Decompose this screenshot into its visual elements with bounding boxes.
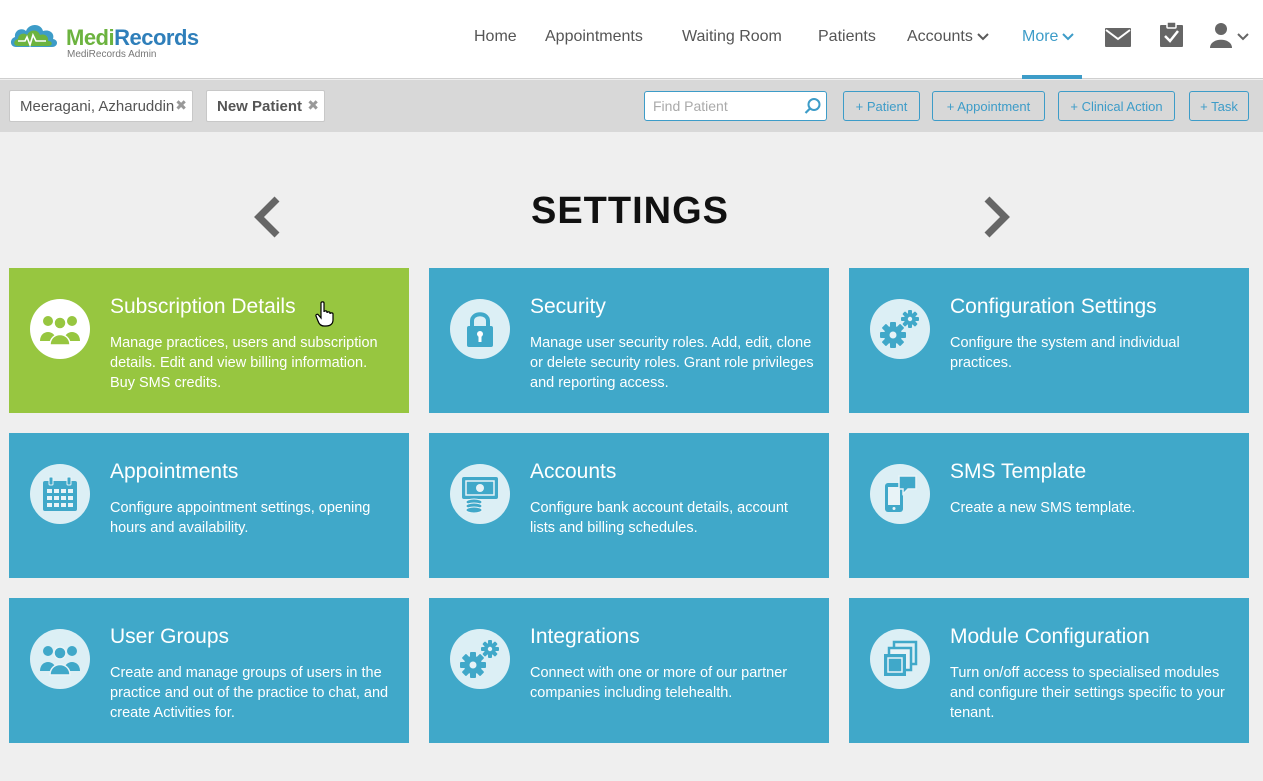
find-patient-search	[644, 91, 827, 121]
nav-accounts[interactable]: Accounts	[907, 28, 989, 46]
card-icon-circle	[450, 629, 510, 689]
card-description: Connect with one or more of our partner …	[530, 665, 788, 701]
search-icon[interactable]	[804, 97, 822, 115]
medirecords-logo[interactable]: MediRecords MediRecords Admin	[8, 20, 213, 64]
cloud-logo-icon	[10, 25, 58, 48]
card-appointments[interactable]: Appointments Configure appointment setti…	[9, 433, 409, 578]
chevron-down-icon	[977, 33, 989, 41]
gears-icon	[880, 310, 919, 348]
nav-more[interactable]: More	[1022, 28, 1075, 46]
card-description: Manage user security roles. Add, edit, c…	[530, 335, 814, 391]
card-configuration-settings[interactable]: Configuration Settings Configure the sys…	[849, 268, 1249, 413]
card-security[interactable]: Security Manage user security roles. Add…	[429, 268, 829, 413]
nav-active-indicator	[1022, 75, 1082, 79]
add-appointment-button[interactable]: + Appointment	[932, 91, 1045, 121]
patient-tab[interactable]: Meeragani, Azharuddin ✖	[9, 90, 193, 122]
user-icon[interactable]	[1210, 22, 1250, 48]
patient-tab-label: Meeragani, Azharuddin	[20, 97, 175, 115]
card-subscription-details[interactable]: Subscription Details Manage practices, u…	[9, 268, 409, 413]
card-icon-circle	[30, 299, 90, 359]
card-accounts[interactable]: Accounts Configure bank account details,…	[429, 433, 829, 578]
mail-icon[interactable]	[1105, 28, 1131, 47]
card-integrations[interactable]: Integrations Connect with one or more of…	[429, 598, 829, 743]
calendar-icon	[43, 476, 77, 511]
card-description: Configure appointment settings, opening …	[110, 500, 371, 536]
card-module-configuration[interactable]: Module Configuration Turn on/off access …	[849, 598, 1249, 743]
top-header: MediRecords MediRecords Admin Home Appoi…	[0, 0, 1263, 79]
card-sms-template[interactable]: SMS Template Create a new SMS template.	[849, 433, 1249, 578]
card-icon-circle	[30, 629, 90, 689]
money-icon	[462, 477, 498, 513]
previous-arrow-icon[interactable]	[253, 196, 281, 238]
gears-icon	[460, 640, 499, 678]
nav-accounts-label: Accounts	[907, 28, 973, 45]
hand-cursor-icon	[315, 301, 334, 327]
brand-name: MediRecords	[66, 25, 199, 50]
close-icon[interactable]: ✖	[175, 97, 187, 114]
page-title: SETTINGS	[530, 190, 730, 232]
card-title: Accounts	[530, 460, 617, 483]
clipboard-check-icon[interactable]	[1160, 22, 1183, 47]
card-title: Configuration Settings	[950, 295, 1157, 318]
brand-subtitle: MediRecords Admin	[67, 49, 157, 60]
card-title: Subscription Details	[110, 295, 296, 318]
card-description: Configure bank account details, account …	[530, 500, 788, 536]
card-icon-circle	[30, 464, 90, 524]
nav-more-label: More	[1022, 28, 1059, 45]
card-title: Module Configuration	[950, 625, 1150, 648]
card-description: Configure the system and individual prac…	[950, 335, 1180, 371]
users-icon	[40, 646, 80, 676]
mobile-sms-icon	[885, 475, 917, 512]
nav-waiting-room[interactable]: Waiting Room	[682, 28, 782, 46]
card-icon-circle	[870, 464, 930, 524]
nav-appointments[interactable]: Appointments	[545, 28, 643, 46]
nav-patients[interactable]: Patients	[818, 28, 876, 46]
add-task-button[interactable]: + Task	[1189, 91, 1249, 121]
card-description: Turn on/off access to specialised module…	[950, 665, 1225, 721]
new-patient-tab[interactable]: New Patient ✖	[206, 90, 325, 122]
card-title: Appointments	[110, 460, 239, 483]
lock-icon	[467, 312, 493, 347]
patient-tab-strip: Meeragani, Azharuddin ✖ New Patient ✖ + …	[0, 80, 1263, 132]
card-description: Manage practices, users and subscription…	[110, 335, 378, 391]
card-icon-circle	[870, 299, 930, 359]
add-clinical-action-button[interactable]: + Clinical Action	[1058, 91, 1175, 121]
card-title: Security	[530, 295, 606, 318]
card-title: Integrations	[530, 625, 640, 648]
find-patient-input[interactable]	[653, 98, 803, 114]
modules-icon	[884, 640, 918, 676]
add-patient-button[interactable]: + Patient	[843, 91, 920, 121]
card-title: User Groups	[110, 625, 230, 648]
users-icon	[40, 316, 80, 346]
card-user-groups[interactable]: User Groups Create and manage groups of …	[9, 598, 409, 743]
new-patient-tab-label: New Patient	[217, 97, 303, 115]
next-arrow-icon[interactable]	[983, 196, 1011, 238]
close-icon[interactable]: ✖	[307, 97, 319, 114]
card-description: Create a new SMS template.	[950, 500, 1136, 516]
chevron-down-icon	[1062, 33, 1075, 41]
card-icon-circle	[450, 464, 510, 524]
card-title: SMS Template	[950, 460, 1087, 483]
card-description: Create and manage groups of users in the…	[110, 665, 389, 721]
nav-home[interactable]: Home	[474, 28, 517, 46]
card-icon-circle	[450, 299, 510, 359]
card-icon-circle	[870, 629, 930, 689]
